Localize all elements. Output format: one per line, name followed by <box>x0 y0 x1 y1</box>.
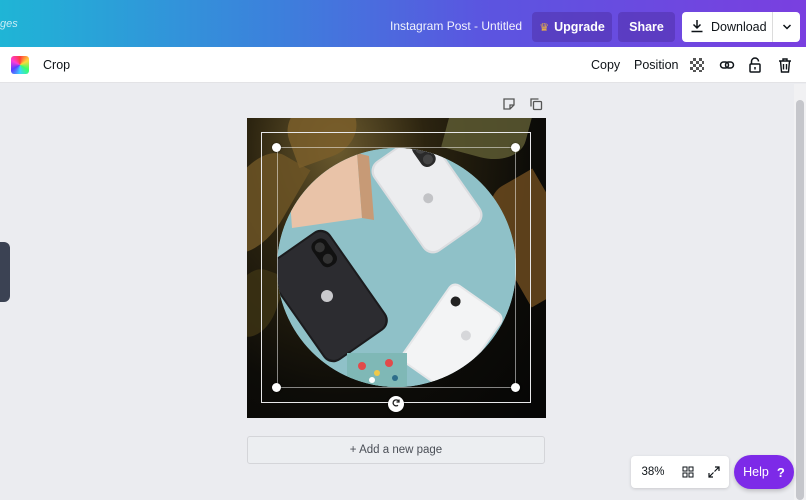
add-page-button[interactable]: + Add a new page <box>247 436 545 464</box>
resize-handle-top-right[interactable] <box>511 143 520 152</box>
chevron-down-icon <box>782 18 792 36</box>
document-title[interactable]: Instagram Post - Untitled <box>390 19 522 33</box>
fullscreen-icon[interactable] <box>701 466 727 478</box>
link-icon[interactable] <box>718 56 736 74</box>
note-icon[interactable] <box>502 97 516 111</box>
zoom-level[interactable]: 38% <box>631 466 675 478</box>
side-panel-toggle[interactable] <box>0 242 10 302</box>
rotate-handle[interactable] <box>388 396 404 412</box>
resize-handle-bottom-left[interactable] <box>272 383 281 392</box>
crown-icon: ♛ <box>539 21 550 34</box>
crop-button[interactable]: Crop <box>43 58 70 72</box>
resize-handle-bottom-right[interactable] <box>511 383 520 392</box>
help-label: Help <box>743 465 769 479</box>
download-main[interactable]: Download <box>682 12 772 42</box>
copy-button[interactable]: Copy <box>591 58 620 72</box>
download-label: Download <box>711 20 767 34</box>
resize-handle-top-left[interactable] <box>272 143 281 152</box>
position-button[interactable]: Position <box>634 58 678 72</box>
breadcrumb-fragment[interactable]: ges <box>0 18 18 30</box>
color-palette-icon[interactable] <box>11 56 29 74</box>
top-header: ges Instagram Post - Untitled ♛ Upgrade … <box>0 0 806 47</box>
grid-view-icon[interactable] <box>675 466 701 478</box>
upgrade-label: Upgrade <box>554 20 605 34</box>
download-options-button[interactable] <box>773 12 800 42</box>
rotate-icon <box>391 395 401 413</box>
selection-outline <box>277 147 516 388</box>
add-page-label: + Add a new page <box>349 444 443 456</box>
trash-icon[interactable] <box>776 56 794 74</box>
help-button[interactable]: Help ? <box>734 455 794 489</box>
share-label: Share <box>629 20 664 34</box>
scrollbar-thumb[interactable] <box>796 100 804 500</box>
vertical-scrollbar[interactable] <box>794 84 806 500</box>
download-icon <box>690 19 704 36</box>
upgrade-button[interactable]: ♛ Upgrade <box>532 12 612 42</box>
lock-icon[interactable] <box>746 56 764 74</box>
transparency-icon[interactable] <box>688 56 706 74</box>
download-button[interactable]: Download <box>682 12 800 42</box>
editor-toolbar: Crop Copy Position <box>0 47 806 83</box>
question-icon: ? <box>776 464 785 480</box>
zoom-controls: 38% <box>631 456 729 488</box>
share-button[interactable]: Share <box>618 12 675 42</box>
duplicate-page-icon[interactable] <box>529 97 543 111</box>
